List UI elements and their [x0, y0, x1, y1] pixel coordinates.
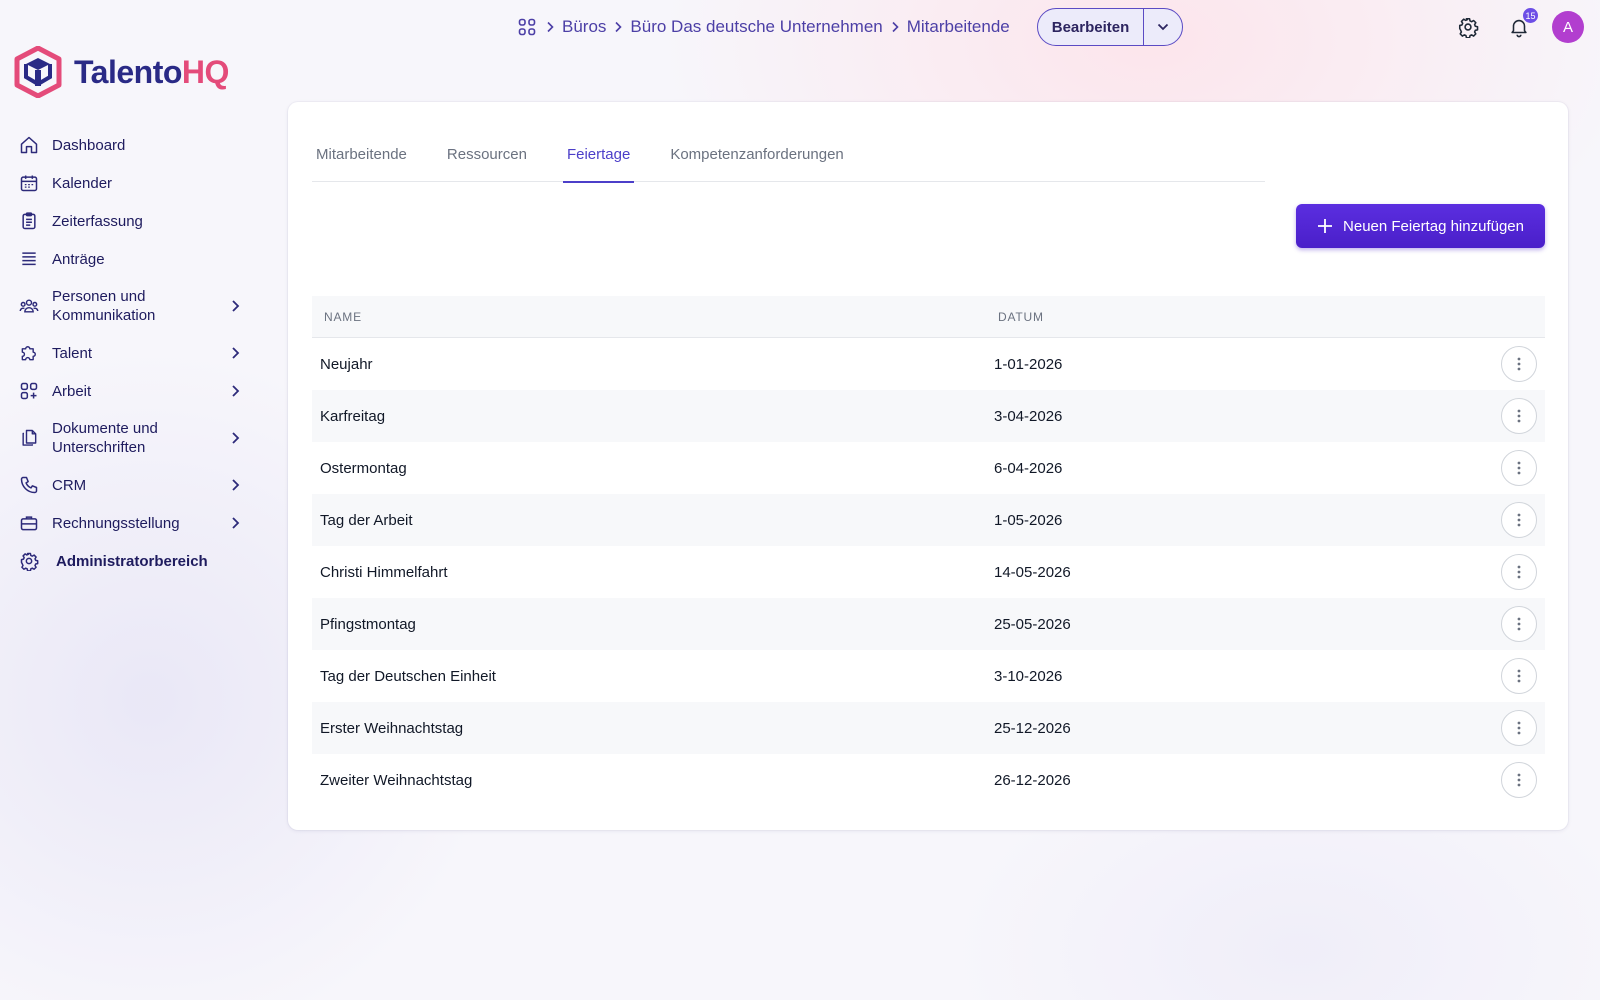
- holiday-name: Christi Himmelfahrt: [320, 563, 448, 581]
- table-row: Neujahr 1-01-2026: [312, 338, 1545, 390]
- calendar-icon: [18, 172, 40, 194]
- sidebar: Dashboard Kalender Zeiterfassung Anträge…: [14, 126, 244, 580]
- holiday-date: 25-05-2026: [994, 615, 1071, 633]
- table-header: NAME DATUM: [312, 296, 1545, 338]
- table-row: Zweiter Weihnachtstag 26-12-2026: [312, 754, 1545, 806]
- more-vertical-icon[interactable]: [1501, 554, 1537, 590]
- sidebar-item-talent[interactable]: Talent: [14, 334, 244, 372]
- gear-icon[interactable]: [1453, 12, 1483, 42]
- logo[interactable]: TalentoHQ: [14, 46, 229, 98]
- breadcrumb: Büros Büro Das deutsche Unternehmen Mita…: [516, 9, 1010, 45]
- column-header-name: NAME: [324, 309, 362, 324]
- holiday-name: Neujahr: [320, 355, 373, 373]
- table-row: Ostermontag 6-04-2026: [312, 442, 1545, 494]
- more-vertical-icon[interactable]: [1501, 762, 1537, 798]
- holiday-name: Karfreitag: [320, 407, 386, 425]
- holiday-name: Pfingstmontag: [320, 615, 416, 633]
- more-vertical-icon[interactable]: [1501, 502, 1537, 538]
- edit-button[interactable]: Bearbeiten: [1038, 9, 1144, 45]
- phone-icon: [18, 474, 40, 496]
- chevron-right-icon: [230, 516, 240, 530]
- sidebar-item-people-communication[interactable]: Personen und Kommunikation: [14, 278, 244, 334]
- table-row: Erster Weihnachtstag 25-12-2026: [312, 702, 1545, 754]
- breadcrumb-item-offices[interactable]: Büros: [562, 17, 606, 37]
- holidays-table: NAME DATUM Neujahr 1-01-2026 Karfreitag …: [312, 296, 1545, 806]
- table-body: Neujahr 1-01-2026 Karfreitag 3-04-2026 O…: [312, 338, 1545, 806]
- holiday-name: Ostermontag: [320, 459, 407, 477]
- apps-add-icon: [18, 380, 40, 402]
- notification-bell-icon[interactable]: 15: [1504, 8, 1538, 42]
- holiday-date: 6-04-2026: [994, 459, 1063, 477]
- holiday-name: Zweiter Weihnachtstag: [320, 771, 473, 789]
- chevron-down-icon: [1157, 23, 1169, 31]
- chevron-right-icon: [606, 21, 630, 33]
- content-card: Mitarbeitende Ressourcen Feiertage Kompe…: [288, 102, 1568, 830]
- list-icon: [18, 248, 40, 270]
- tab-bar: Mitarbeitende Ressourcen Feiertage Kompe…: [312, 126, 1265, 183]
- table-row: Christi Himmelfahrt 14-05-2026: [312, 546, 1545, 598]
- chevron-right-icon: [538, 21, 562, 33]
- plus-icon: [1318, 219, 1333, 233]
- gear-icon: [18, 550, 40, 572]
- table-row: Karfreitag 3-04-2026: [312, 390, 1545, 442]
- holiday-date: 26-12-2026: [994, 771, 1071, 789]
- sidebar-item-work[interactable]: Arbeit: [14, 372, 244, 410]
- tab-employees[interactable]: Mitarbeitende: [312, 126, 411, 182]
- chevron-right-icon: [230, 384, 240, 398]
- chevron-right-icon: [230, 478, 240, 492]
- chevron-right-icon: [230, 299, 240, 313]
- documents-icon: [18, 427, 40, 449]
- sidebar-item-documents-signatures[interactable]: Dokumente und Unterschriften: [14, 410, 244, 466]
- holiday-date: 25-12-2026: [994, 719, 1071, 737]
- holiday-name: Erster Weihnachtstag: [320, 719, 464, 737]
- more-vertical-icon[interactable]: [1501, 346, 1537, 382]
- more-vertical-icon[interactable]: [1501, 450, 1537, 486]
- breadcrumb-item-employees[interactable]: Mitarbeitende: [907, 17, 1010, 37]
- apps-grid-icon[interactable]: [516, 16, 538, 38]
- holiday-date: 1-01-2026: [994, 355, 1063, 373]
- sidebar-item-time-tracking[interactable]: Zeiterfassung: [14, 202, 244, 240]
- holiday-name: Tag der Arbeit: [320, 511, 413, 529]
- more-vertical-icon[interactable]: [1501, 658, 1537, 694]
- sidebar-item-invoicing[interactable]: Rechnungsstellung: [14, 504, 244, 542]
- column-header-date: DATUM: [998, 309, 1044, 324]
- edit-dropdown-button[interactable]: [1144, 9, 1182, 45]
- sidebar-item-admin[interactable]: Administratorbereich: [14, 542, 244, 580]
- sidebar-item-dashboard[interactable]: Dashboard: [14, 126, 244, 164]
- holiday-date: 3-04-2026: [994, 407, 1063, 425]
- chevron-right-icon: [230, 346, 240, 360]
- holiday-date: 14-05-2026: [994, 563, 1071, 581]
- breadcrumb-item-office[interactable]: Büro Das deutsche Unternehmen: [630, 17, 882, 37]
- table-row: Tag der Arbeit 1-05-2026: [312, 494, 1545, 546]
- holiday-date: 3-10-2026: [994, 667, 1063, 685]
- add-holiday-button[interactable]: Neuen Feiertag hinzufügen: [1296, 204, 1545, 248]
- holiday-date: 1-05-2026: [994, 511, 1063, 529]
- sidebar-item-crm[interactable]: CRM: [14, 466, 244, 504]
- edit-button-group: Bearbeiten: [1037, 8, 1183, 46]
- chevron-right-icon: [230, 431, 240, 445]
- more-vertical-icon[interactable]: [1501, 710, 1537, 746]
- logo-cube-icon: [14, 46, 62, 98]
- top-bar: Büros Büro Das deutsche Unternehmen Mita…: [0, 0, 1600, 54]
- clipboard-icon: [18, 210, 40, 232]
- avatar[interactable]: A: [1552, 11, 1584, 43]
- sidebar-item-requests[interactable]: Anträge: [14, 240, 244, 278]
- more-vertical-icon[interactable]: [1501, 606, 1537, 642]
- chevron-right-icon: [883, 21, 907, 33]
- more-vertical-icon[interactable]: [1501, 398, 1537, 434]
- notification-count-badge: 15: [1523, 8, 1538, 23]
- add-holiday-label: Neuen Feiertag hinzufügen: [1343, 217, 1524, 235]
- tab-skill-requirements[interactable]: Kompetenzanforderungen: [666, 126, 847, 182]
- table-row: Tag der Deutschen Einheit 3-10-2026: [312, 650, 1545, 702]
- logo-text: TalentoHQ: [74, 53, 229, 90]
- sidebar-item-calendar[interactable]: Kalender: [14, 164, 244, 202]
- puzzle-icon: [18, 342, 40, 364]
- holiday-name: Tag der Deutschen Einheit: [320, 667, 496, 685]
- people-icon: [18, 295, 40, 317]
- tab-resources[interactable]: Ressourcen: [443, 126, 531, 182]
- table-row: Pfingstmontag 25-05-2026: [312, 598, 1545, 650]
- briefcase-icon: [18, 512, 40, 534]
- home-icon: [18, 134, 40, 156]
- tab-holidays[interactable]: Feiertage: [562, 126, 635, 183]
